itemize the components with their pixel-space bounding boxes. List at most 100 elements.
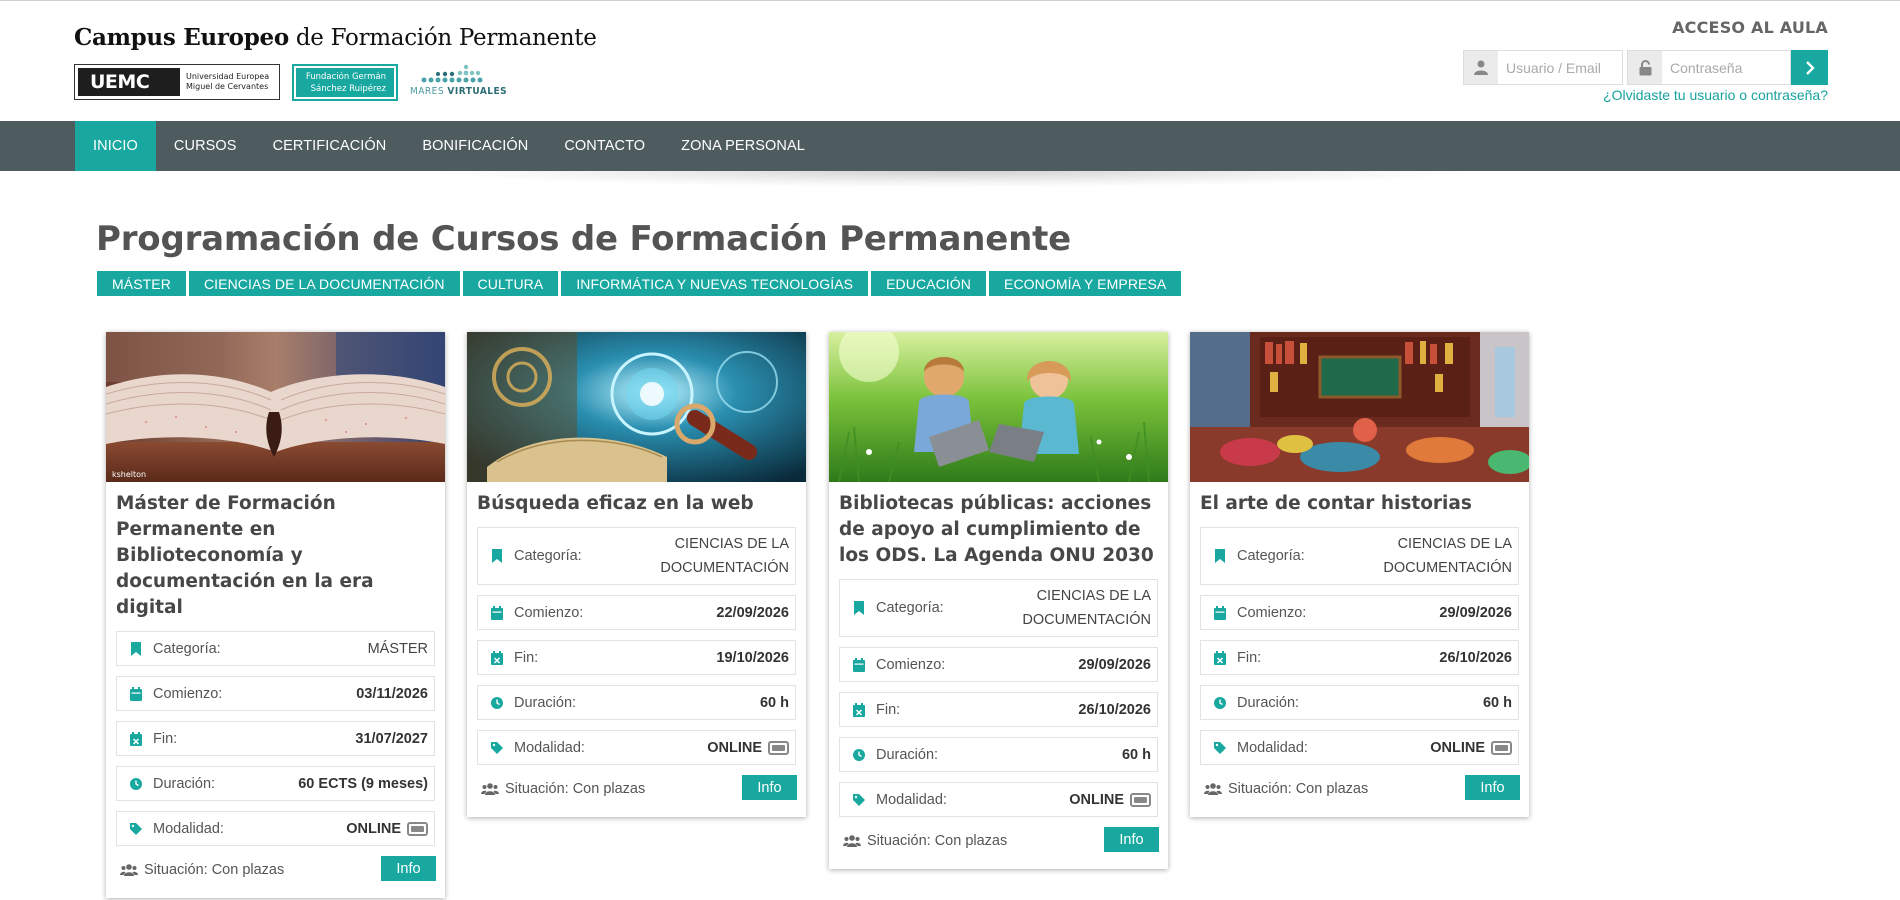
course-image-book[interactable]: kshelton [106, 332, 445, 482]
fgsr-logo-line1: Fundación Germán [305, 72, 386, 82]
info-button[interactable]: Info [1104, 827, 1159, 852]
detail-label: Modalidad: [153, 820, 224, 837]
detail-duracion: Duración: 60 ECTS (9 meses) [116, 766, 435, 801]
users-icon [843, 834, 861, 848]
course-card[interactable]: Bibliotecas públicas: acciones de apoyo … [829, 332, 1168, 869]
detail-modalidad: Modalidad: ONLINE [839, 782, 1158, 817]
course-image-storytelling[interactable] [1190, 332, 1529, 482]
info-button[interactable]: Info [742, 775, 797, 800]
course-title[interactable]: Máster de Formación Permanente en Biblio… [106, 482, 445, 621]
filter-informatica[interactable]: INFORMÁTICA Y NUEVAS TECNOLOGÍAS [561, 271, 869, 296]
detail-modalidad: Modalidad: ONLINE [1200, 730, 1519, 765]
uemc-logo-line2: Miguel de Cervantes [186, 82, 269, 91]
detail-label: Duración: [514, 694, 577, 711]
nav-item-contacto[interactable]: CONTACTO [546, 121, 663, 171]
detail-label: Fin: [153, 730, 178, 747]
uemc-logo-mark: UEMC [78, 68, 180, 96]
detail-label: Categoría: [514, 548, 582, 564]
mares-dots-icon [421, 64, 483, 83]
modalidad-text: ONLINE [707, 739, 762, 756]
categoria-line2: DOCUMENTACIÓN [1383, 560, 1512, 576]
login-submit-button[interactable] [1791, 50, 1828, 85]
detail-label: Fin: [1237, 649, 1262, 666]
detail-label: Modalidad: [514, 739, 585, 756]
bookmark-icon [1214, 549, 1226, 563]
nav-item-certificacion[interactable]: CERTIFICACIÓN [255, 121, 405, 171]
detail-label: Categoría: [153, 640, 221, 657]
detail-modalidad: Modalidad: ONLINE [477, 730, 796, 765]
nav-item-cursos[interactable]: CURSOS [156, 121, 255, 171]
uemc-logo[interactable]: UEMC Universidad Europea Miguel de Cerva… [74, 64, 280, 100]
calendar-x-icon [491, 651, 503, 665]
detail-value: 26/10/2026 [1439, 649, 1512, 666]
filter-economia-empresa[interactable]: ECONOMÍA Y EMPRESA [989, 271, 1182, 296]
info-button[interactable]: Info [381, 856, 436, 881]
mares-virtuales-logo[interactable]: MARES VIRTUALES [408, 62, 507, 102]
info-button[interactable]: Info [1465, 775, 1520, 800]
login-form [1463, 50, 1828, 85]
detail-duracion: Duración: 60 h [839, 737, 1158, 772]
modalidad-text: ONLINE [346, 820, 401, 837]
detail-categoria: Categoría: CIENCIAS DE LA DOCUMENTACIÓN [839, 579, 1158, 637]
calendar-x-icon [853, 703, 865, 717]
detail-value: 03/11/2026 [356, 685, 428, 702]
status-text: Situación: Con plazas [867, 833, 1008, 849]
forgot-credentials-link[interactable]: ¿Olvidaste tu usuario o contraseña? [1603, 87, 1828, 103]
course-status: Situación: Con plazas [1204, 781, 1368, 797]
digital-search-image [467, 332, 806, 482]
course-title[interactable]: Búsqueda eficaz en la web [467, 482, 806, 517]
filter-cultura[interactable]: CULTURA [462, 271, 559, 296]
mares-logo-text: MARES VIRTUALES [410, 86, 507, 97]
course-title[interactable]: Bibliotecas públicas: acciones de apoyo … [829, 482, 1168, 569]
username-input[interactable] [1498, 51, 1622, 84]
detail-value: CIENCIAS DE LA DOCUMENTACIÓN [1383, 532, 1512, 580]
nav-shadow [430, 171, 1470, 187]
users-icon [1204, 782, 1222, 796]
course-card[interactable]: El arte de contar historias Categoría: C… [1190, 332, 1529, 817]
detail-value: CIENCIAS DE LA DOCUMENTACIÓN [660, 532, 789, 580]
tag-icon [1214, 741, 1226, 755]
nav-item-bonificacion[interactable]: BONIFICACIÓN [404, 121, 546, 171]
course-details: Categoría: CIENCIAS DE LA DOCUMENTACIÓN C… [829, 569, 1168, 817]
site-title[interactable]: Campus Europeo de Formación Permanente [74, 24, 597, 51]
course-title[interactable]: El arte de contar historias [1190, 482, 1529, 517]
detail-fin: Fin: 19/10/2026 [477, 640, 796, 675]
categoria-line2: DOCUMENTACIÓN [660, 560, 789, 576]
mares-logo-word1: MARES [410, 86, 445, 97]
login-heading: ACCESO AL AULA [1672, 18, 1828, 37]
course-card[interactable]: Búsqueda eficaz en la web Categoría: CIE… [467, 332, 806, 817]
course-image-search[interactable] [467, 332, 806, 482]
course-status: Situación: Con plazas [120, 862, 284, 878]
detail-comienzo: Comienzo: 03/11/2026 [116, 676, 435, 711]
detail-comienzo: Comienzo: 22/09/2026 [477, 595, 796, 630]
password-input[interactable] [1662, 51, 1790, 84]
page-title: Programación de Cursos de Formación Perm… [96, 219, 1071, 259]
detail-value: 31/07/2027 [355, 730, 428, 747]
top-border [0, 0, 1900, 1]
filter-educacion[interactable]: EDUCACIÓN [871, 271, 987, 296]
detail-duracion: Duración: 60 h [1200, 685, 1519, 720]
detail-value: 60 h [1121, 746, 1151, 763]
detail-value: 22/09/2026 [716, 604, 789, 621]
filter-master[interactable]: MÁSTER [97, 271, 186, 296]
course-card[interactable]: kshelton Máster de Formación Permanente … [106, 332, 445, 898]
uemc-logo-subtitle: Universidad Europea Miguel de Cervantes [186, 72, 269, 92]
fgsr-logo[interactable]: Fundación Germán Sánchez Ruipérez [292, 64, 398, 101]
detail-comienzo: Comienzo: 29/09/2026 [839, 647, 1158, 682]
image-credit: kshelton [112, 470, 147, 479]
nav-item-inicio[interactable]: INICIO [75, 121, 156, 171]
detail-fin: Fin: 26/10/2026 [1200, 640, 1519, 675]
detail-comienzo: Comienzo: 29/09/2026 [1200, 595, 1519, 630]
users-icon [481, 782, 499, 796]
category-filters: MÁSTER CIENCIAS DE LA DOCUMENTACIÓN CULT… [97, 271, 1182, 296]
storytelling-room-image [1190, 332, 1529, 482]
detail-label: Duración: [876, 746, 939, 763]
categoria-line1: CIENCIAS DE LA [674, 536, 789, 552]
detail-label: Comienzo: [153, 685, 223, 702]
course-image-children[interactable] [829, 332, 1168, 482]
detail-modalidad: Modalidad: ONLINE [116, 811, 435, 846]
nav-item-zona-personal[interactable]: ZONA PERSONAL [663, 121, 823, 171]
tablet-icon [768, 740, 789, 755]
clock-icon [853, 748, 865, 762]
filter-ciencias-documentacion[interactable]: CIENCIAS DE LA DOCUMENTACIÓN [188, 271, 460, 296]
